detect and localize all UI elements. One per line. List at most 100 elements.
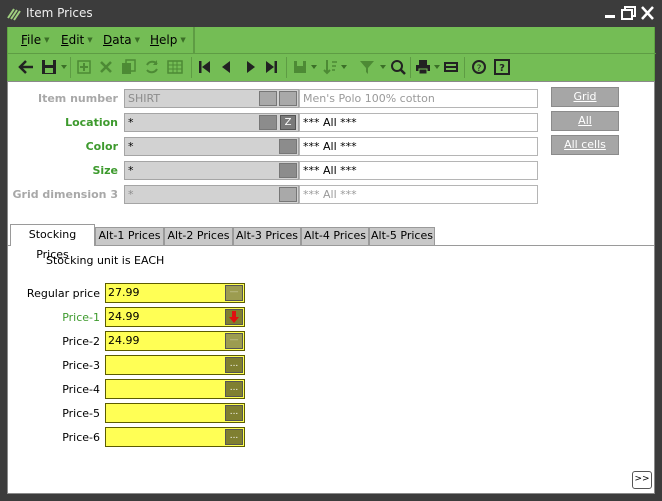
all-cells-button[interactable]: All cells (551, 135, 619, 155)
size-dropdown-button[interactable] (279, 163, 297, 178)
price-4-field[interactable]: ... (105, 379, 245, 399)
menu-data[interactable]: Data ▼ (103, 33, 140, 47)
size-value: * (128, 164, 134, 177)
menu-edit-rest: dit (68, 33, 85, 47)
toolbar-divider (70, 57, 71, 78)
chevron-down-icon: ▼ (44, 36, 50, 44)
command-area: File ▼ Edit ▼ Data ▼ Help ▼ ? ? (7, 27, 656, 81)
size-description-value: *** All *** (303, 164, 357, 177)
item-number-field[interactable]: SHIRT (124, 89, 299, 108)
red-down-arrow-icon (229, 311, 239, 323)
price-6-field[interactable]: ... (105, 427, 245, 447)
menu-divider (193, 27, 195, 53)
menu-edit[interactable]: Edit ▼ (61, 33, 93, 47)
grid-button[interactable]: Grid (551, 87, 619, 107)
last-record-icon[interactable] (261, 57, 281, 77)
sort-dropdown-icon[interactable] (341, 64, 347, 70)
delete-icon[interactable] (96, 57, 116, 77)
price-decrease-icon[interactable] (225, 309, 243, 325)
all-locations-button[interactable]: All locations (551, 111, 619, 145)
toolbar-divider (191, 57, 192, 78)
price-5-label: Price-5 (62, 407, 100, 420)
filter-icon[interactable] (357, 57, 377, 77)
tab-alt-1-prices[interactable]: Alt-1 Prices (95, 227, 164, 245)
price-tabs: Stocking Prices Alt-1 Prices Alt-2 Price… (8, 224, 654, 261)
save-icon[interactable] (39, 57, 59, 77)
menu-edit-key: E (61, 33, 69, 47)
copy-icon[interactable] (119, 57, 139, 77)
expand-button[interactable]: >> (632, 471, 652, 489)
chevron-down-icon: ▼ (134, 36, 141, 44)
color-dropdown-button[interactable] (279, 139, 297, 154)
search-icon[interactable] (388, 57, 408, 77)
item-dropdown-button[interactable] (279, 91, 297, 106)
tab-alt-4-prices[interactable]: Alt-4 Prices (301, 227, 369, 245)
window-title: Item Prices (26, 6, 93, 20)
regular-price-value: 27.99 (108, 286, 140, 299)
help-icon[interactable]: ? (492, 57, 512, 77)
regular-price-field[interactable]: 27.99 — (105, 283, 245, 303)
price-3-field[interactable]: ... (105, 355, 245, 375)
maximize-icon[interactable] (620, 4, 637, 22)
grid-icon[interactable] (165, 57, 185, 77)
previous-record-icon[interactable] (216, 57, 236, 77)
tab-alt-2-prices[interactable]: Alt-2 Prices (164, 227, 233, 245)
save-dropdown-icon[interactable] (61, 64, 67, 70)
toolbar-divider (410, 57, 411, 78)
menu-help[interactable]: Help ▼ (150, 33, 186, 47)
color-label: Color (85, 140, 118, 153)
svg-text:?: ? (499, 63, 505, 74)
toolbar: ? ? (8, 53, 656, 81)
item-description-field: Men's Polo 100% cotton (299, 89, 538, 108)
location-dropdown-button[interactable] (259, 115, 277, 130)
tab-alt-3-prices[interactable]: Alt-3 Prices (233, 227, 301, 245)
item-lookup-button[interactable] (259, 91, 277, 106)
keyboard-icon[interactable] (441, 57, 461, 77)
print-dropdown-icon[interactable] (434, 64, 440, 70)
location-value: * (128, 116, 134, 129)
minimize-icon[interactable] (602, 4, 619, 22)
price-2-field[interactable]: 24.99 — (105, 331, 245, 351)
tab-alt-5-prices[interactable]: Alt-5 Prices (369, 227, 435, 245)
menu-help-rest: elp (159, 33, 178, 47)
title-bar: Item Prices (0, 0, 662, 27)
grid-dimension-3-value: * (128, 188, 134, 201)
toolbar-divider (464, 57, 465, 78)
grid-dimension-3-description-field: *** All *** (299, 185, 538, 204)
color-description-value: *** All *** (303, 140, 357, 153)
refresh-icon[interactable] (142, 57, 162, 77)
location-field[interactable]: * Z (124, 113, 299, 132)
print-icon[interactable] (413, 57, 433, 77)
bookmark-dropdown-icon[interactable] (311, 64, 317, 70)
back-icon[interactable] (16, 57, 36, 77)
price-4-label: Price-4 (62, 383, 100, 396)
support-icon[interactable]: ? (469, 57, 489, 77)
grid-dimension-3-label: Grid dimension 3 (12, 188, 118, 201)
bookmark-icon[interactable] (290, 57, 310, 77)
menu-data-rest: ata (112, 33, 132, 47)
chevron-down-icon: ▼ (87, 36, 93, 44)
filter-dropdown-icon[interactable] (380, 64, 386, 70)
first-record-icon[interactable] (195, 57, 215, 77)
menu-file[interactable]: File ▼ (21, 33, 49, 47)
size-field[interactable]: * (124, 161, 299, 180)
price-1-field[interactable]: 24.99 (105, 307, 245, 327)
price-6-lookup-button[interactable]: ... (225, 429, 243, 445)
price-5-field[interactable]: ... (105, 403, 245, 423)
color-field[interactable]: * (124, 137, 299, 156)
next-record-icon[interactable] (241, 57, 261, 77)
price-3-lookup-button[interactable]: ... (225, 357, 243, 373)
price-4-lookup-button[interactable]: ... (225, 381, 243, 397)
tab-stocking-prices[interactable]: Stocking Prices (10, 224, 95, 261)
location-zoom-button[interactable]: Z (280, 115, 296, 130)
price-2-lookup-button[interactable]: — (225, 333, 243, 349)
sort-icon[interactable] (320, 57, 340, 77)
regular-price-label: Regular price (26, 287, 100, 300)
price-5-lookup-button[interactable]: ... (225, 405, 243, 421)
menu-file-rest: ile (27, 33, 42, 47)
svg-text:?: ? (477, 64, 482, 74)
regular-price-lookup-button[interactable]: — (225, 285, 243, 301)
grid-dimension-3-description-value: *** All *** (303, 188, 357, 201)
close-icon[interactable] (639, 4, 656, 22)
new-record-icon[interactable] (74, 57, 94, 77)
